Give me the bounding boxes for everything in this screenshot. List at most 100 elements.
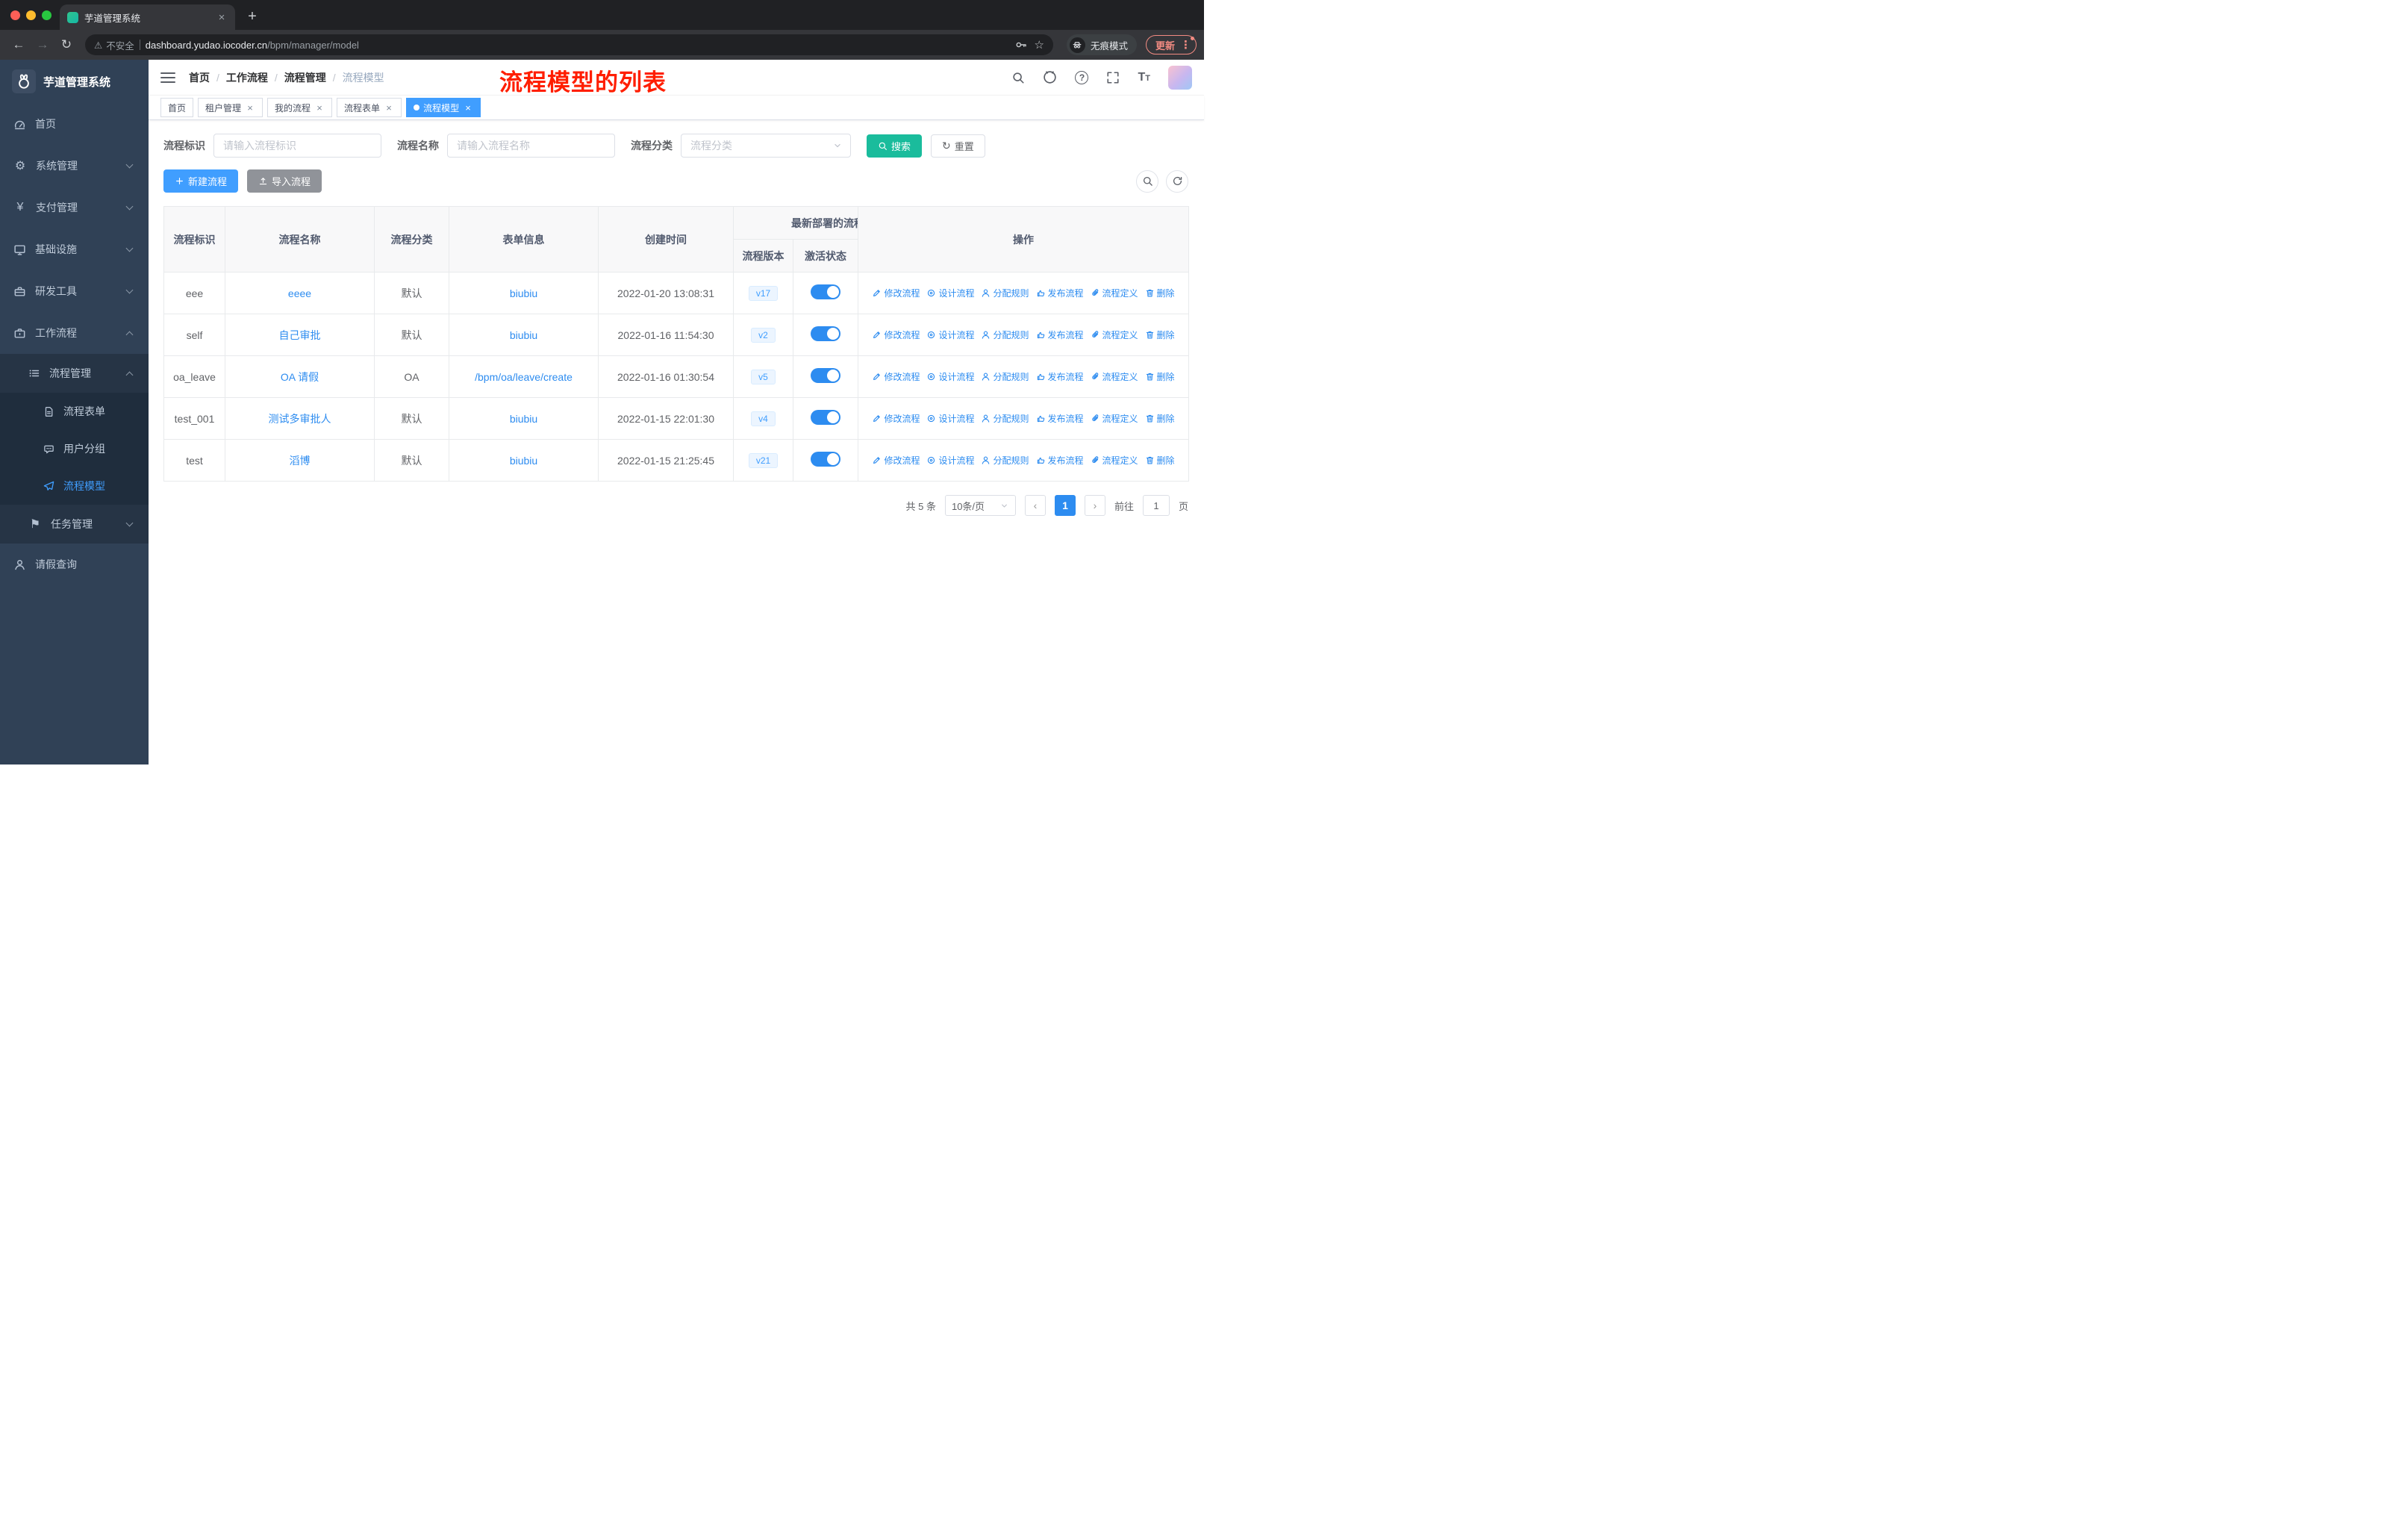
row-action-deploy-process[interactable]: 发布流程 — [1036, 370, 1084, 383]
sidebar-item-leave-query[interactable]: 请假查询 — [0, 544, 149, 585]
form-info-link[interactable]: biubiu — [510, 329, 537, 341]
back-button[interactable]: ← — [7, 34, 30, 56]
new-tab-button[interactable]: + — [241, 5, 263, 28]
window-minimize-button[interactable] — [26, 10, 36, 20]
row-action-assign-rules[interactable]: 分配规则 — [981, 370, 1029, 383]
row-action-deploy-process[interactable]: 发布流程 — [1036, 454, 1084, 467]
close-icon[interactable]: × — [245, 102, 255, 113]
row-action-assign-rules[interactable]: 分配规则 — [981, 412, 1029, 425]
process-name-link[interactable]: 测试多审批人 — [269, 413, 331, 425]
password-key-icon[interactable] — [1015, 39, 1027, 51]
row-action-process-definition[interactable]: 流程定义 — [1091, 328, 1138, 341]
sidebar-item-process-form[interactable]: 流程表单 — [0, 393, 149, 430]
row-action-modify-process[interactable]: 修改流程 — [872, 370, 920, 383]
github-icon[interactable] — [1043, 70, 1057, 84]
security-chip[interactable]: ⚠ 不安全 — [94, 38, 134, 52]
sidebar-item-task-mgmt[interactable]: ⚑ 任务管理 — [0, 505, 149, 544]
reload-button[interactable]: ↻ — [55, 34, 78, 56]
refresh-table-button[interactable] — [1166, 169, 1188, 193]
row-action-modify-process[interactable]: 修改流程 — [872, 328, 920, 341]
row-action-deploy-process[interactable]: 发布流程 — [1036, 412, 1084, 425]
sidebar-item-system-mgmt[interactable]: ⚙ 系统管理 — [0, 145, 149, 187]
row-action-deploy-process[interactable]: 发布流程 — [1036, 287, 1084, 299]
row-action-design-process[interactable]: 设计流程 — [926, 412, 974, 425]
row-action-design-process[interactable]: 设计流程 — [926, 287, 974, 299]
status-toggle[interactable] — [811, 284, 840, 299]
tagsview-tab-process-form[interactable]: 流程表单 × — [337, 98, 402, 117]
goto-page-input[interactable] — [1142, 495, 1170, 516]
close-icon[interactable]: × — [384, 102, 394, 113]
next-page-button[interactable]: › — [1084, 495, 1105, 516]
sidebar-item-process-model[interactable]: 流程模型 — [0, 467, 149, 505]
sidebar-item-workflow[interactable]: 工作流程 — [0, 312, 149, 354]
window-close-button[interactable] — [10, 10, 20, 20]
form-info-link[interactable]: /bpm/oa/leave/create — [475, 371, 573, 383]
row-action-design-process[interactable]: 设计流程 — [926, 328, 974, 341]
address-bar[interactable]: ⚠ 不安全 dashboard.yudao.iocoder.cn/bpm/man… — [85, 34, 1053, 55]
status-toggle[interactable] — [811, 410, 840, 425]
row-action-modify-process[interactable]: 修改流程 — [872, 287, 920, 299]
process-name-input[interactable] — [447, 134, 615, 158]
row-action-deploy-process[interactable]: 发布流程 — [1036, 328, 1084, 341]
breadcrumb-home[interactable]: 首页 — [189, 70, 210, 85]
row-action-process-definition[interactable]: 流程定义 — [1091, 287, 1138, 299]
row-action-design-process[interactable]: 设计流程 — [926, 454, 974, 467]
sidebar-toggle-icon[interactable] — [160, 72, 175, 83]
tagsview-tab-process-model[interactable]: 流程模型 × — [406, 98, 481, 117]
window-zoom-button[interactable] — [42, 10, 52, 20]
prev-page-button[interactable]: ‹ — [1024, 495, 1046, 516]
sidebar-item-process-mgmt[interactable]: 流程管理 — [0, 354, 149, 393]
row-action-delete-process[interactable]: 删除 — [1145, 328, 1175, 341]
process-name-link[interactable]: 自己审批 — [279, 329, 321, 341]
process-name-link[interactable]: eeee — [288, 287, 311, 299]
create-process-button[interactable]: 新建流程 — [163, 169, 239, 193]
row-action-assign-rules[interactable]: 分配规则 — [981, 328, 1029, 341]
fullscreen-icon[interactable] — [1106, 71, 1120, 84]
row-action-delete-process[interactable]: 删除 — [1145, 454, 1175, 467]
search-button[interactable]: 搜索 — [867, 134, 923, 158]
breadcrumb-process-mgmt[interactable]: 流程管理 — [284, 70, 326, 85]
row-action-delete-process[interactable]: 删除 — [1145, 370, 1175, 383]
process-name-link[interactable]: OA 请假 — [281, 371, 319, 383]
sidebar-item-infrastructure[interactable]: 基础设施 — [0, 228, 149, 270]
help-icon[interactable]: ? — [1075, 70, 1089, 84]
row-action-process-definition[interactable]: 流程定义 — [1091, 412, 1138, 425]
status-toggle[interactable] — [811, 326, 840, 341]
row-action-process-definition[interactable]: 流程定义 — [1091, 454, 1138, 467]
process-id-input[interactable] — [213, 134, 381, 158]
search-icon[interactable] — [1011, 71, 1025, 84]
close-icon[interactable]: × — [463, 102, 473, 113]
status-toggle[interactable] — [811, 452, 840, 467]
row-action-assign-rules[interactable]: 分配规则 — [981, 287, 1029, 299]
row-action-delete-process[interactable]: 删除 — [1145, 287, 1175, 299]
sidebar-item-payment-mgmt[interactable]: ¥ 支付管理 — [0, 187, 149, 228]
row-action-assign-rules[interactable]: 分配规则 — [981, 454, 1029, 467]
process-name-link[interactable]: 滔博 — [290, 455, 311, 467]
font-size-icon[interactable]: TT — [1138, 71, 1150, 84]
sidebar-item-user-group[interactable]: 用户分组 — [0, 430, 149, 467]
tagsview-tab-tenant[interactable]: 租户管理 × — [198, 98, 263, 117]
app-logo[interactable]: 芋道管理系统 — [0, 60, 149, 103]
bookmark-star-icon[interactable]: ☆ — [1035, 38, 1044, 52]
row-action-process-definition[interactable]: 流程定义 — [1091, 370, 1138, 383]
tab-close-icon[interactable]: × — [216, 11, 228, 24]
tagsview-tab-home[interactable]: 首页 — [160, 98, 194, 117]
page-size-select[interactable]: 10条/页 — [944, 495, 1016, 516]
breadcrumb-workflow[interactable]: 工作流程 — [226, 70, 268, 85]
sidebar-item-home[interactable]: 首页 — [0, 103, 149, 145]
browser-menu-icon[interactable]: ⋮ — [1180, 37, 1194, 52]
browser-tab-active[interactable]: 芋道管理系统 × — [60, 4, 235, 30]
sidebar-item-dev-tools[interactable]: 研发工具 — [0, 270, 149, 312]
close-icon[interactable]: × — [314, 102, 325, 113]
status-toggle[interactable] — [811, 368, 840, 383]
form-info-link[interactable]: biubiu — [510, 455, 537, 467]
toggle-search-button[interactable] — [1136, 169, 1158, 193]
form-info-link[interactable]: biubiu — [510, 413, 537, 425]
reset-button[interactable]: ↻ 重置 — [931, 134, 985, 158]
user-avatar[interactable] — [1168, 65, 1192, 90]
page-1-button[interactable]: 1 — [1054, 495, 1076, 516]
row-action-delete-process[interactable]: 删除 — [1145, 412, 1175, 425]
forward-button[interactable]: → — [31, 34, 54, 56]
tagsview-tab-my-process[interactable]: 我的流程 × — [267, 98, 333, 117]
browser-update-button[interactable]: 更新 ⋮ — [1145, 35, 1197, 55]
